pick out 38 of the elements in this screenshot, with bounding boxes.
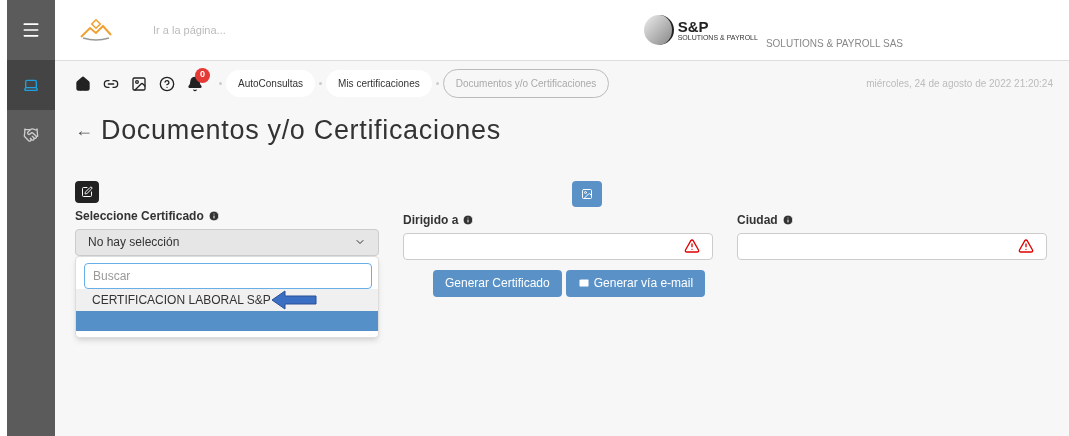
image-icon: [580, 187, 593, 200]
envelope-icon: [577, 277, 590, 289]
certificate-dropdown[interactable]: No hay selección: [75, 228, 379, 256]
text-input-field[interactable]: [737, 232, 1047, 260]
field-label: Seleccione Certificado: [75, 207, 204, 225]
bell-icon[interactable]: [187, 75, 203, 92]
warning-icon: [1018, 238, 1034, 254]
logo-icon: [79, 19, 113, 41]
search-field[interactable]: Buscar: [84, 262, 372, 289]
field-label: Dirigido a: [403, 211, 459, 229]
breadcrumb-link[interactable]: AutoConsultas: [226, 70, 316, 97]
page-search-field[interactable]: Ir a la página...: [153, 21, 453, 39]
text-input-field[interactable]: [403, 232, 713, 260]
warning-icon: [684, 238, 700, 254]
home-icon[interactable]: [75, 75, 91, 92]
field-label: Ciudad: [737, 211, 778, 229]
laptop-icon: [23, 77, 39, 93]
logo-text: S&P: [677, 19, 710, 34]
edit-icon: [81, 185, 93, 198]
menu-icon[interactable]: [21, 20, 41, 40]
breadcrumb-link[interactable]: Mis certificaciones: [326, 70, 432, 97]
highlighted-option[interactable]: [76, 310, 378, 331]
notification-badge: 0: [195, 67, 210, 83]
info-icon: [781, 213, 794, 226]
globe-icon: [643, 15, 674, 45]
date-time: miércoles, 24 de agosto de 2022 21:20:24: [866, 77, 1053, 91]
company-name: SOLUTIONS & PAYROLL SAS: [765, 37, 903, 51]
back-arrow[interactable]: ←: [75, 116, 93, 144]
image-button[interactable]: [571, 180, 602, 207]
help-icon[interactable]: [159, 75, 175, 92]
sidebar-item[interactable]: [7, 60, 55, 110]
info-icon: [207, 209, 220, 222]
annotation-arrow: [271, 289, 317, 310]
handshake-icon: [23, 127, 39, 143]
info-icon: [462, 213, 475, 226]
edit-button[interactable]: [75, 180, 99, 203]
gallery-icon[interactable]: [131, 75, 147, 92]
page-title: Documentos y/o Certificaciones: [101, 114, 501, 147]
